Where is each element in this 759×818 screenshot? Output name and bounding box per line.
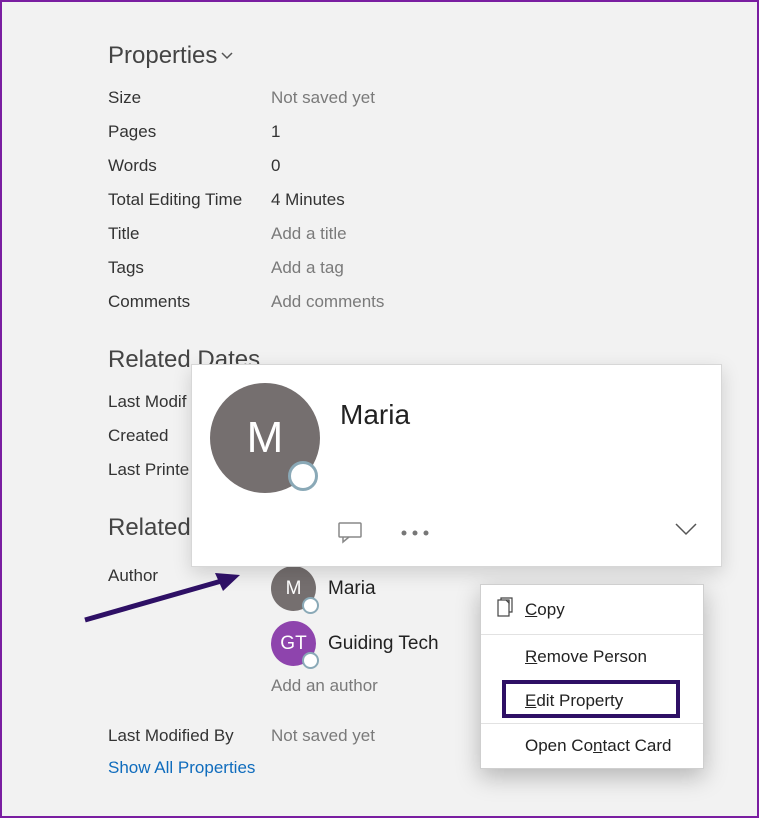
words-label: Words: [108, 156, 271, 176]
add-author-button[interactable]: Add an author: [271, 676, 439, 696]
context-menu: Copy Remove Person Edit Property Open Co…: [480, 584, 704, 769]
property-row-total-editing-time: Total Editing Time 4 Minutes: [108, 186, 757, 214]
menu-edit-property-label: Edit Property: [525, 691, 623, 711]
author-item[interactable]: M Maria: [271, 566, 439, 611]
words-value: 0: [271, 156, 280, 176]
contact-card-popup: M Maria: [191, 364, 722, 567]
avatar: M: [271, 566, 316, 611]
size-label: Size: [108, 88, 271, 108]
property-row-words: Words 0: [108, 152, 757, 180]
more-icon[interactable]: [400, 529, 430, 537]
contact-actions: [338, 522, 430, 544]
expand-chevron-icon[interactable]: [675, 522, 697, 542]
comments-input[interactable]: Add comments: [271, 292, 384, 312]
menu-copy[interactable]: Copy: [481, 585, 703, 634]
author-name: Maria: [328, 578, 376, 600]
tags-label: Tags: [108, 258, 271, 278]
pages-label: Pages: [108, 122, 271, 142]
document-info-panel: Properties Size Not saved yet Pages 1 Wo…: [0, 0, 759, 818]
authors-list: M Maria GT Guiding Tech Add an author: [271, 556, 439, 696]
copy-icon: [497, 597, 515, 622]
chat-icon[interactable]: [338, 522, 364, 544]
author-label: Author: [108, 556, 271, 696]
avatar-initials: M: [286, 578, 302, 600]
menu-remove-person-label: Remove Person: [525, 647, 647, 667]
title-label: Title: [108, 224, 271, 244]
pages-value: 1: [271, 122, 280, 142]
chevron-down-icon: [221, 52, 233, 60]
comments-label: Comments: [108, 292, 271, 312]
properties-heading-text: Properties: [108, 42, 217, 70]
title-input[interactable]: Add a title: [271, 224, 347, 244]
property-row-size: Size Not saved yet: [108, 84, 757, 112]
presence-icon: [302, 597, 319, 614]
contact-avatar-initial: M: [247, 413, 284, 463]
size-value: Not saved yet: [271, 88, 375, 108]
presence-icon: [288, 461, 318, 491]
avatar-initials: GT: [280, 633, 306, 655]
last-modified-by-value: Not saved yet: [271, 726, 375, 746]
menu-open-contact-card-label: Open Contact Card: [525, 736, 672, 756]
tet-label: Total Editing Time: [108, 190, 271, 210]
property-row-pages: Pages 1: [108, 118, 757, 146]
avatar: GT: [271, 621, 316, 666]
property-row-tags: Tags Add a tag: [108, 254, 757, 282]
menu-remove-person[interactable]: Remove Person: [481, 635, 703, 679]
property-row-title: Title Add a title: [108, 220, 757, 248]
property-row-comments: Comments Add comments: [108, 288, 757, 316]
contact-name: Maria: [340, 399, 410, 431]
properties-heading[interactable]: Properties: [108, 42, 757, 70]
menu-edit-property[interactable]: Edit Property: [481, 679, 703, 723]
menu-copy-label: Copy: [525, 600, 565, 620]
tet-value: 4 Minutes: [271, 190, 345, 210]
contact-avatar: M: [210, 383, 320, 493]
tags-input[interactable]: Add a tag: [271, 258, 344, 278]
last-modified-by-label: Last Modified By: [108, 726, 271, 746]
presence-icon: [302, 652, 319, 669]
menu-open-contact-card[interactable]: Open Contact Card: [481, 724, 703, 768]
author-name: Guiding Tech: [328, 633, 439, 655]
author-item[interactable]: GT Guiding Tech: [271, 621, 439, 666]
